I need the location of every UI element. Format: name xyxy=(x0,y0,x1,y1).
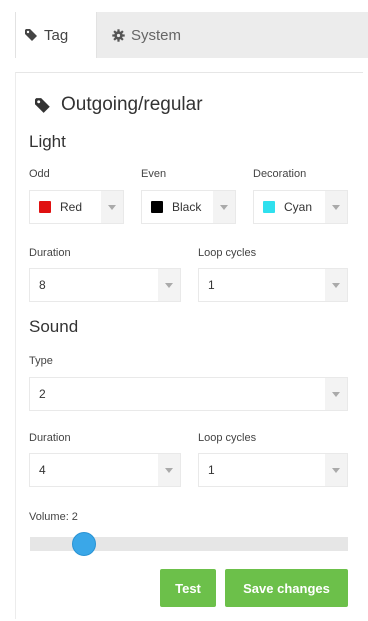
sound-section-title: Sound xyxy=(29,317,79,336)
even-label: Even xyxy=(141,168,167,180)
page-title-text: Outgoing/regular xyxy=(61,94,203,115)
tag-icon xyxy=(35,97,51,113)
sound-loop-value: 1 xyxy=(208,463,215,477)
tab-tag[interactable]: Tag xyxy=(15,12,97,58)
chevron-down-icon xyxy=(158,454,180,486)
tab-system[interactable]: System xyxy=(112,12,181,58)
even-color-value: Black xyxy=(172,200,202,214)
sound-duration-select[interactable]: 4 xyxy=(29,453,181,487)
sound-type-label: Type xyxy=(29,355,53,367)
tab-system-label: System xyxy=(131,26,182,44)
chevron-down-icon xyxy=(325,191,347,223)
sound-type-select[interactable]: 2 xyxy=(29,377,348,411)
decoration-label: Decoration xyxy=(253,168,307,180)
chevron-down-icon xyxy=(158,269,180,301)
tab-bar: Tag System xyxy=(0,0,368,58)
even-color-select[interactable]: Black xyxy=(141,190,236,224)
black-swatch xyxy=(151,201,163,213)
decoration-color-select[interactable]: Cyan xyxy=(253,190,348,224)
chevron-down-icon xyxy=(101,191,123,223)
test-button[interactable]: Test xyxy=(160,569,216,607)
chevron-down-icon xyxy=(325,378,347,410)
odd-color-value: Red xyxy=(60,200,83,214)
sound-loop-select[interactable]: 1 xyxy=(198,453,348,487)
odd-label: Odd xyxy=(29,168,50,180)
decoration-color-value: Cyan xyxy=(284,200,313,214)
tag-icon xyxy=(25,29,38,41)
sound-duration-value: 4 xyxy=(39,463,46,477)
light-loop-value: 1 xyxy=(208,278,215,292)
page-title: Outgoing/regular xyxy=(35,92,203,118)
light-section-title: Light xyxy=(29,132,66,151)
sound-duration-label: Duration xyxy=(29,432,71,444)
gear-icon xyxy=(112,28,125,42)
tab-tag-label: Tag xyxy=(44,26,69,44)
light-duration-label: Duration xyxy=(29,247,71,259)
volume-slider-thumb[interactable] xyxy=(72,532,97,556)
save-changes-button[interactable]: Save changes xyxy=(225,569,348,607)
sound-type-value: 2 xyxy=(39,387,46,401)
cyan-swatch xyxy=(263,201,275,213)
chevron-down-icon xyxy=(325,454,347,486)
odd-color-select[interactable]: Red xyxy=(29,190,124,224)
sound-loop-label: Loop cycles xyxy=(198,432,257,444)
chevron-down-icon xyxy=(213,191,235,223)
volume-label: Volume: 2 xyxy=(29,511,78,523)
light-loop-select[interactable]: 1 xyxy=(198,268,348,302)
red-swatch xyxy=(39,201,51,213)
light-duration-select[interactable]: 8 xyxy=(29,268,181,302)
light-loop-label: Loop cycles xyxy=(198,247,257,259)
chevron-down-icon xyxy=(325,269,347,301)
light-duration-value: 8 xyxy=(39,278,46,292)
